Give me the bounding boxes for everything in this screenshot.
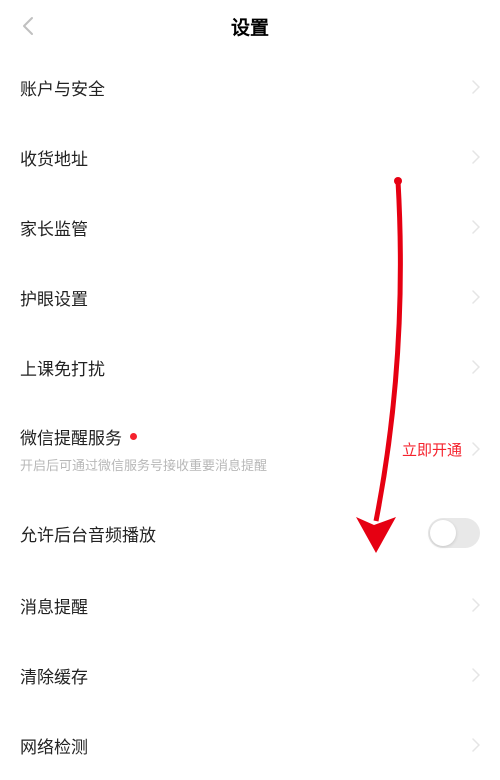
item-network-test[interactable]: 网络检测 <box>0 710 500 780</box>
chevron-right-icon <box>472 80 480 94</box>
item-message-reminder[interactable]: 消息提醒 <box>0 570 500 640</box>
chevron-right-icon <box>472 150 480 164</box>
item-eye-protection[interactable]: 护眼设置 <box>0 262 500 332</box>
chevron-right-icon <box>472 738 480 752</box>
header: 设置 <box>0 0 500 52</box>
item-class-dnd[interactable]: 上课免打扰 <box>0 332 500 402</box>
item-label: 上课免打扰 <box>20 355 105 380</box>
chevron-right-icon <box>472 290 480 304</box>
item-label: 家长监管 <box>20 215 88 240</box>
item-label: 网络检测 <box>20 733 88 758</box>
item-label: 护眼设置 <box>20 285 88 310</box>
item-parental-control[interactable]: 家长监管 <box>0 192 500 262</box>
toggle-knob <box>430 520 456 546</box>
item-label: 清除缓存 <box>20 663 88 688</box>
back-button[interactable] <box>16 14 40 38</box>
item-label: 微信提醒服务 <box>20 424 122 449</box>
chevron-right-icon <box>472 220 480 234</box>
background-audio-toggle[interactable] <box>428 518 480 548</box>
chevron-left-icon <box>22 16 34 36</box>
page-title: 设置 <box>231 13 269 40</box>
item-label: 允许后台音频播放 <box>20 521 156 546</box>
item-label: 账户与安全 <box>20 75 105 100</box>
chevron-right-icon <box>472 598 480 612</box>
settings-list: 账户与安全 收货地址 家长监管 护眼设置 <box>0 52 500 780</box>
chevron-right-icon <box>472 442 480 456</box>
action-enable-now[interactable]: 立即开通 <box>402 439 462 460</box>
item-label: 消息提醒 <box>20 593 88 618</box>
item-label: 收货地址 <box>20 145 88 170</box>
item-subtitle: 开启后可通过微信服务号接收重要消息提醒 <box>20 455 267 474</box>
red-dot-badge <box>130 433 137 440</box>
chevron-right-icon <box>472 668 480 682</box>
item-wechat-reminder[interactable]: 微信提醒服务 开启后可通过微信服务号接收重要消息提醒 立即开通 <box>0 402 500 496</box>
item-account-security[interactable]: 账户与安全 <box>0 52 500 122</box>
item-background-audio: 允许后台音频播放 <box>0 496 500 570</box>
item-clear-cache[interactable]: 清除缓存 <box>0 640 500 710</box>
item-shipping-address[interactable]: 收货地址 <box>0 122 500 192</box>
chevron-right-icon <box>472 360 480 374</box>
